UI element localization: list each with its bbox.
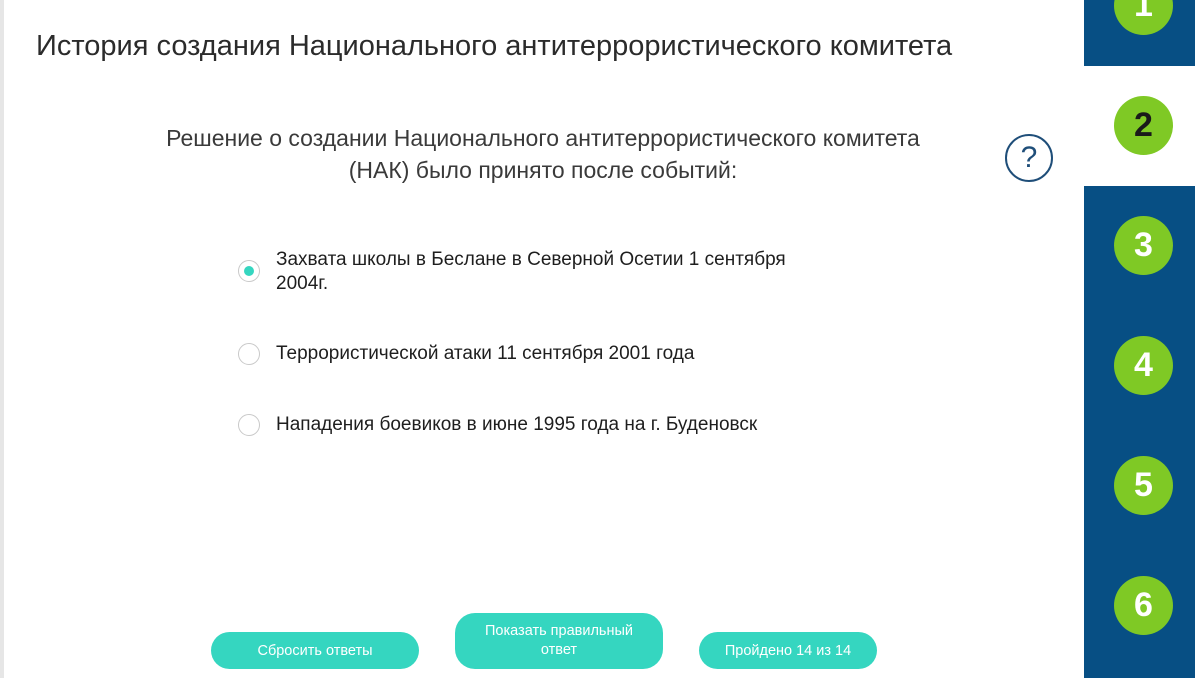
question-text: Решение о создании Национального антитер… [105,122,981,186]
step-4[interactable]: 4 [1114,336,1173,395]
progress-badge: Пройдено 14 из 14 [699,632,877,669]
step-6[interactable]: 6 [1114,576,1173,635]
answer-label: Нападения боевиков в июне 1995 года на г… [276,414,758,435]
question-mark-icon: ? [1020,141,1038,174]
show-correct-answer-button[interactable]: Показать правильный ответ [455,613,663,669]
help-button[interactable]: ? [1005,134,1053,182]
answer-option-3[interactable]: Нападения боевиков в июне 1995 года на г… [238,413,836,437]
page-title: История создания Национального антитерро… [36,30,953,62]
step-2[interactable]: 2 [1114,96,1173,155]
radio-button[interactable] [238,414,260,436]
question-line-2: (НАК) было принято после событий: [348,157,738,183]
step-5[interactable]: 5 [1114,456,1173,515]
answer-label: Террористической атаки 11 сентября 2001 … [276,343,695,364]
step-3[interactable]: 3 [1114,216,1173,275]
step-sidebar: 1 2 3 4 5 6 [1084,0,1195,678]
answer-option-1[interactable]: Захвата школы в Беслане в Северной Осети… [238,248,836,296]
question-line-1: Решение о создании Национального антитер… [166,125,920,151]
radio-button-selected[interactable] [238,260,260,282]
reset-answers-button[interactable]: Сбросить ответы [211,632,419,669]
radio-button[interactable] [238,343,260,365]
left-border [0,0,4,678]
answer-option-2[interactable]: Террористической атаки 11 сентября 2001 … [238,342,836,366]
answer-label: Захвата школы в Беслане в Северной Осети… [276,249,786,294]
